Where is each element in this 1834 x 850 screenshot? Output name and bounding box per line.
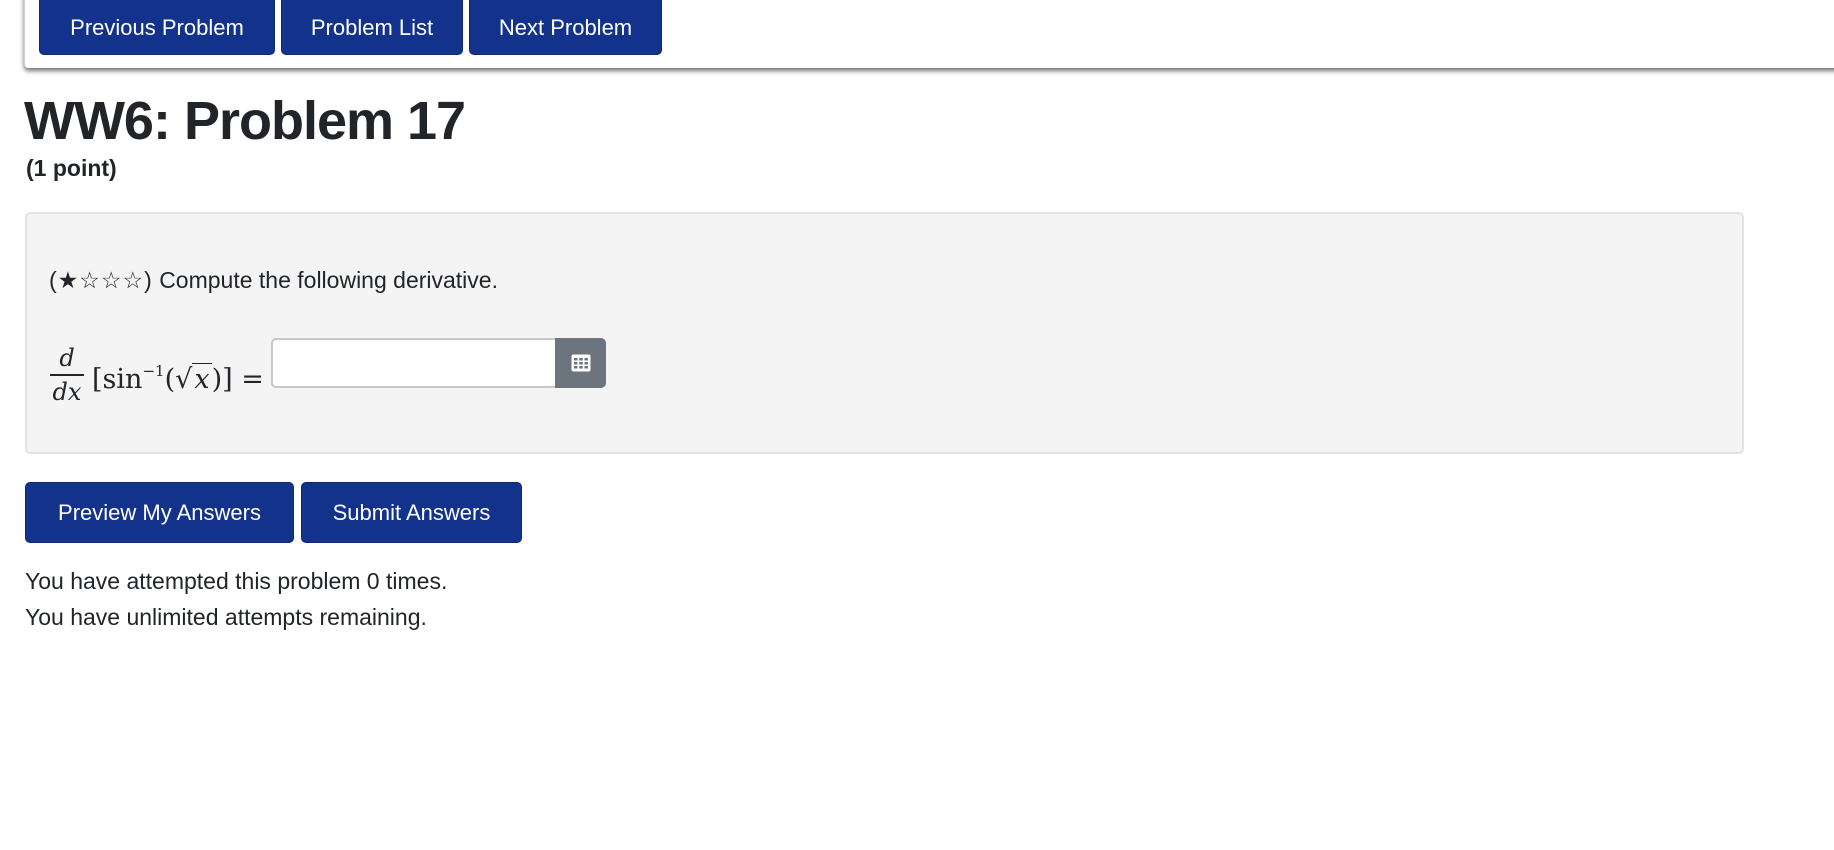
- problem-body: (★☆☆☆) Compute the following derivative.…: [25, 212, 1744, 454]
- equation-editor-button[interactable]: [555, 338, 606, 388]
- problem-list-button[interactable]: Problem List: [281, 0, 463, 55]
- close-paren: ): [211, 364, 223, 395]
- fraction-numerator: d: [59, 344, 75, 372]
- equals-sign: =: [241, 364, 264, 395]
- radical-sign: √: [175, 364, 193, 395]
- difficulty-stars: (★☆☆☆): [49, 267, 153, 293]
- fraction-bar: [50, 374, 84, 376]
- fraction-denominator: dx: [52, 377, 82, 406]
- next-problem-button[interactable]: Next Problem: [469, 0, 662, 55]
- open-bracket: [: [92, 364, 103, 395]
- open-paren: (: [164, 364, 176, 395]
- previous-problem-button[interactable]: Previous Problem: [39, 0, 275, 55]
- submit-answers-button[interactable]: Submit Answers: [301, 482, 522, 543]
- function-expression: [sin−1(√x)] =: [92, 362, 264, 395]
- function-name: sin: [102, 364, 143, 395]
- answer-input[interactable]: [271, 338, 557, 388]
- attempts-count-text: You have attempted this problem 0 times.: [25, 568, 448, 594]
- problem-instruction: Compute the following derivative.: [159, 267, 498, 293]
- problem-title: WW6: Problem 17: [24, 91, 466, 151]
- derivative-expression: d dx [sin−1(√x)] =: [50, 344, 290, 414]
- inverse-exponent: −1: [142, 362, 165, 380]
- close-bracket: ]: [222, 364, 233, 395]
- attempts-remaining-text: You have unlimited attempts remaining.: [25, 604, 427, 630]
- grid-calculator-icon: [571, 354, 590, 372]
- problem-statement: (★☆☆☆) Compute the following derivative.: [49, 267, 498, 294]
- preview-answers-button[interactable]: Preview My Answers: [25, 482, 294, 543]
- derivative-operator: d dx: [50, 344, 84, 406]
- problem-points: (1 point): [26, 155, 117, 181]
- radicand-variable: x: [192, 363, 212, 395]
